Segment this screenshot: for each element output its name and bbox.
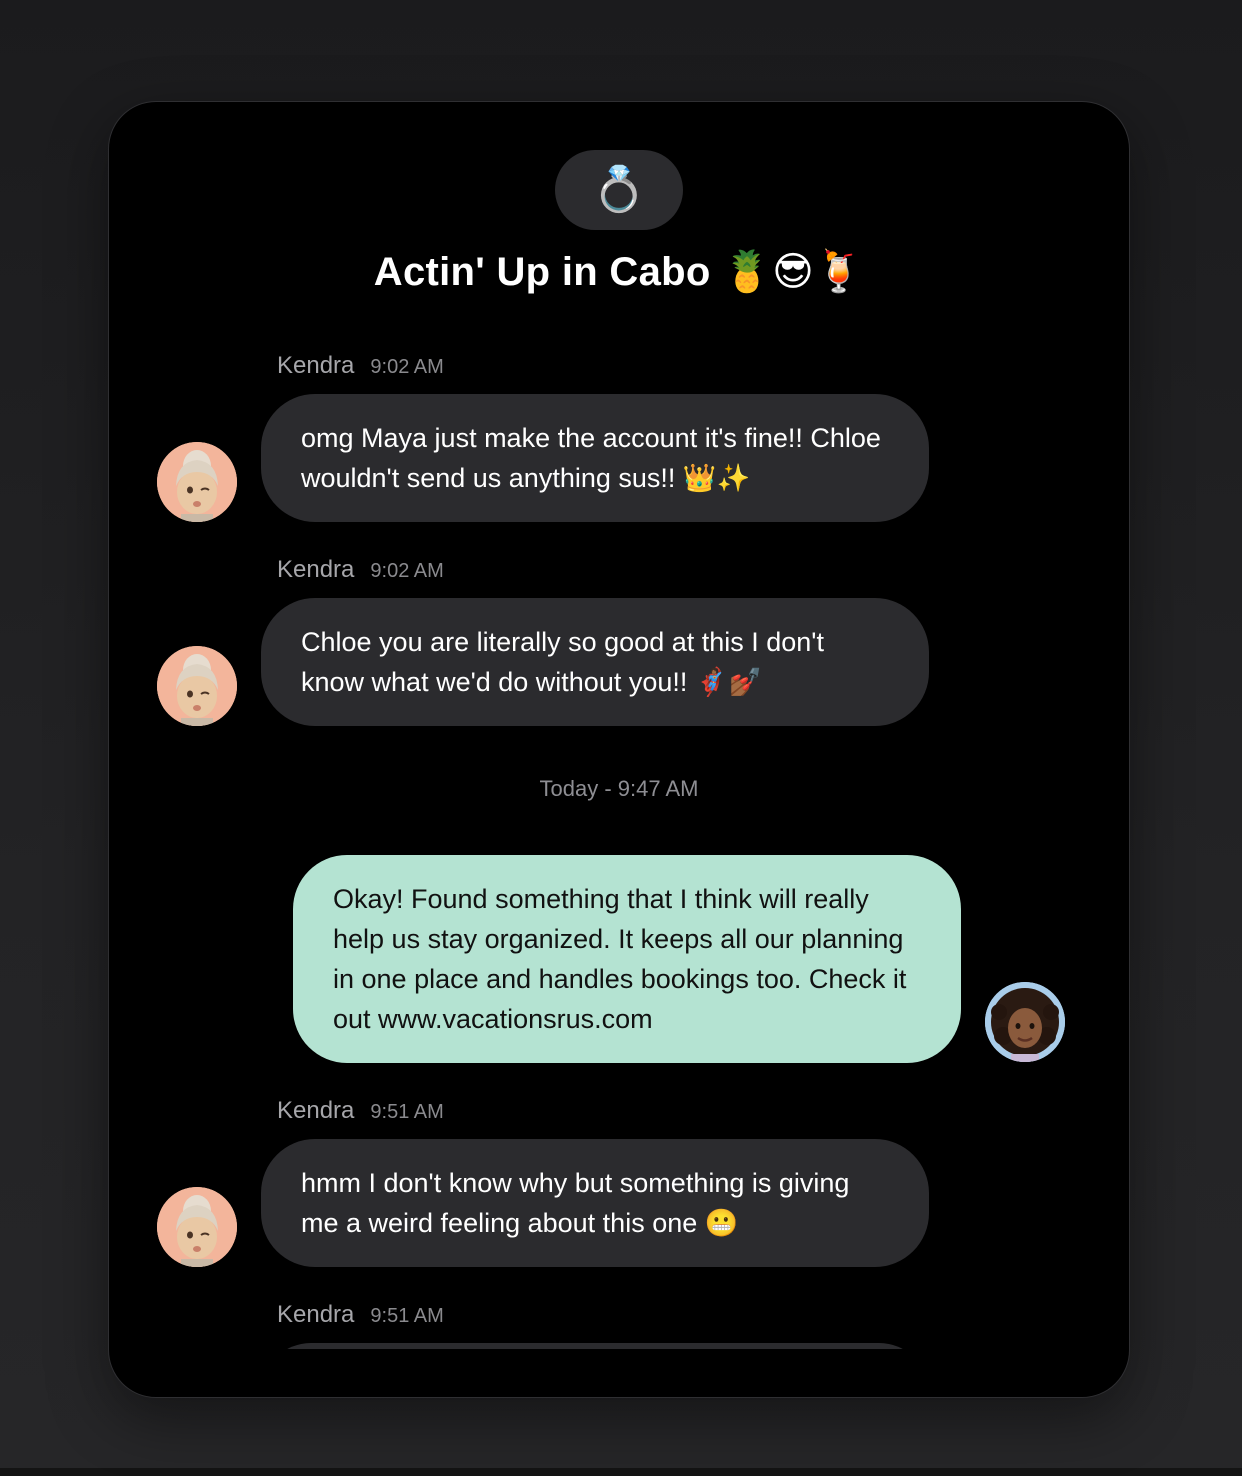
message-list[interactable]: Kendra 9:02 AM omg Maya just make the ac… bbox=[109, 102, 1129, 1349]
date-divider: Today - 9:47 AM bbox=[539, 776, 699, 801]
message-time: 9:51 AM bbox=[370, 1305, 444, 1327]
message-time: 9:02 AM bbox=[370, 560, 444, 582]
avatar[interactable] bbox=[985, 982, 1065, 1062]
sender-name: Kendra bbox=[277, 352, 355, 379]
message-time: 9:02 AM bbox=[370, 356, 444, 378]
message-bubble[interactable] bbox=[261, 1343, 929, 1349]
kendra-avatar-icon bbox=[157, 1187, 237, 1267]
message-meta: Kendra 9:02 AM bbox=[277, 556, 444, 586]
sender-name: Kendra bbox=[277, 1097, 355, 1124]
user-avatar-icon bbox=[985, 982, 1065, 1062]
avatar[interactable] bbox=[157, 646, 237, 726]
bottom-strip bbox=[0, 1468, 1242, 1476]
message-bubble[interactable]: hmm I don't know why but something is gi… bbox=[261, 1139, 929, 1267]
sender-name: Kendra bbox=[277, 1301, 355, 1328]
avatar[interactable] bbox=[157, 442, 237, 522]
sender-name: Kendra bbox=[277, 556, 355, 583]
message-meta: Kendra 9:51 AM bbox=[277, 1097, 444, 1127]
chat-window: 💍 Actin' Up in Cabo 🍍😎🍹 Kendra 9:02 AM o… bbox=[108, 101, 1130, 1398]
message-time: 9:51 AM bbox=[370, 1101, 444, 1123]
outgoing-message-bubble[interactable]: Okay! Found something that I think will … bbox=[293, 855, 961, 1063]
message-bubble[interactable]: Chloe you are literally so good at this … bbox=[261, 598, 929, 726]
message-meta: Kendra 9:51 AM bbox=[277, 1301, 444, 1331]
avatar[interactable] bbox=[157, 1187, 237, 1267]
message-meta: Kendra 9:02 AM bbox=[277, 352, 444, 382]
kendra-avatar-icon bbox=[157, 442, 237, 522]
kendra-avatar-icon bbox=[157, 646, 237, 726]
message-bubble[interactable]: omg Maya just make the account it's fine… bbox=[261, 394, 929, 522]
